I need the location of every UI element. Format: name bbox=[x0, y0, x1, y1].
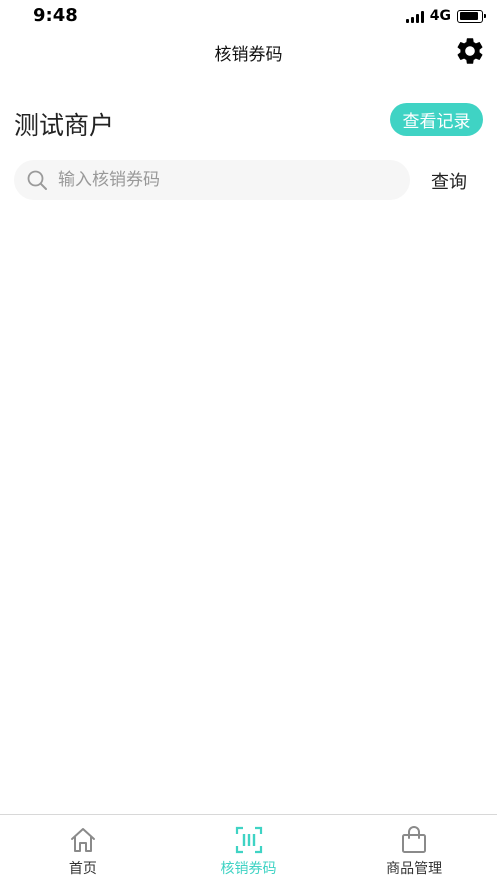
tab-bar: 首页 核销券码 商品管理 bbox=[0, 814, 497, 883]
settings-button[interactable] bbox=[453, 34, 487, 68]
page-title: 核销券码 bbox=[214, 45, 283, 65]
signal-icon bbox=[405, 10, 424, 23]
network-type: 4G bbox=[429, 8, 451, 24]
merchant-row: 测试商户 查看记录 bbox=[0, 98, 497, 148]
status-time: 9:48 bbox=[33, 5, 78, 26]
query-button[interactable]: 查询 bbox=[431, 168, 467, 194]
status-indicators: 4G bbox=[405, 8, 486, 24]
gear-icon bbox=[457, 38, 483, 64]
coupon-code-input[interactable] bbox=[58, 170, 378, 190]
search-box[interactable] bbox=[14, 160, 410, 200]
tab-label: 核销券码 bbox=[220, 861, 277, 877]
tab-label: 商品管理 bbox=[386, 861, 443, 877]
tab-verify-code[interactable]: 核销券码 bbox=[166, 815, 332, 883]
status-bar: 9:48 4G bbox=[0, 0, 497, 32]
shopping-bag-icon bbox=[399, 825, 429, 855]
home-icon bbox=[68, 825, 98, 855]
tab-home[interactable]: 首页 bbox=[0, 815, 166, 883]
nav-bar: 核销券码 bbox=[0, 32, 497, 78]
tab-label: 首页 bbox=[68, 861, 97, 877]
search-row: 查询 bbox=[0, 160, 497, 202]
search-icon bbox=[26, 169, 48, 191]
scan-code-icon bbox=[234, 825, 264, 855]
battery-icon bbox=[457, 9, 486, 23]
tab-product-management[interactable]: 商品管理 bbox=[331, 815, 497, 883]
view-records-button[interactable]: 查看记录 bbox=[390, 103, 483, 136]
merchant-name: 测试商户 bbox=[14, 111, 115, 140]
battery-fill bbox=[459, 12, 479, 20]
